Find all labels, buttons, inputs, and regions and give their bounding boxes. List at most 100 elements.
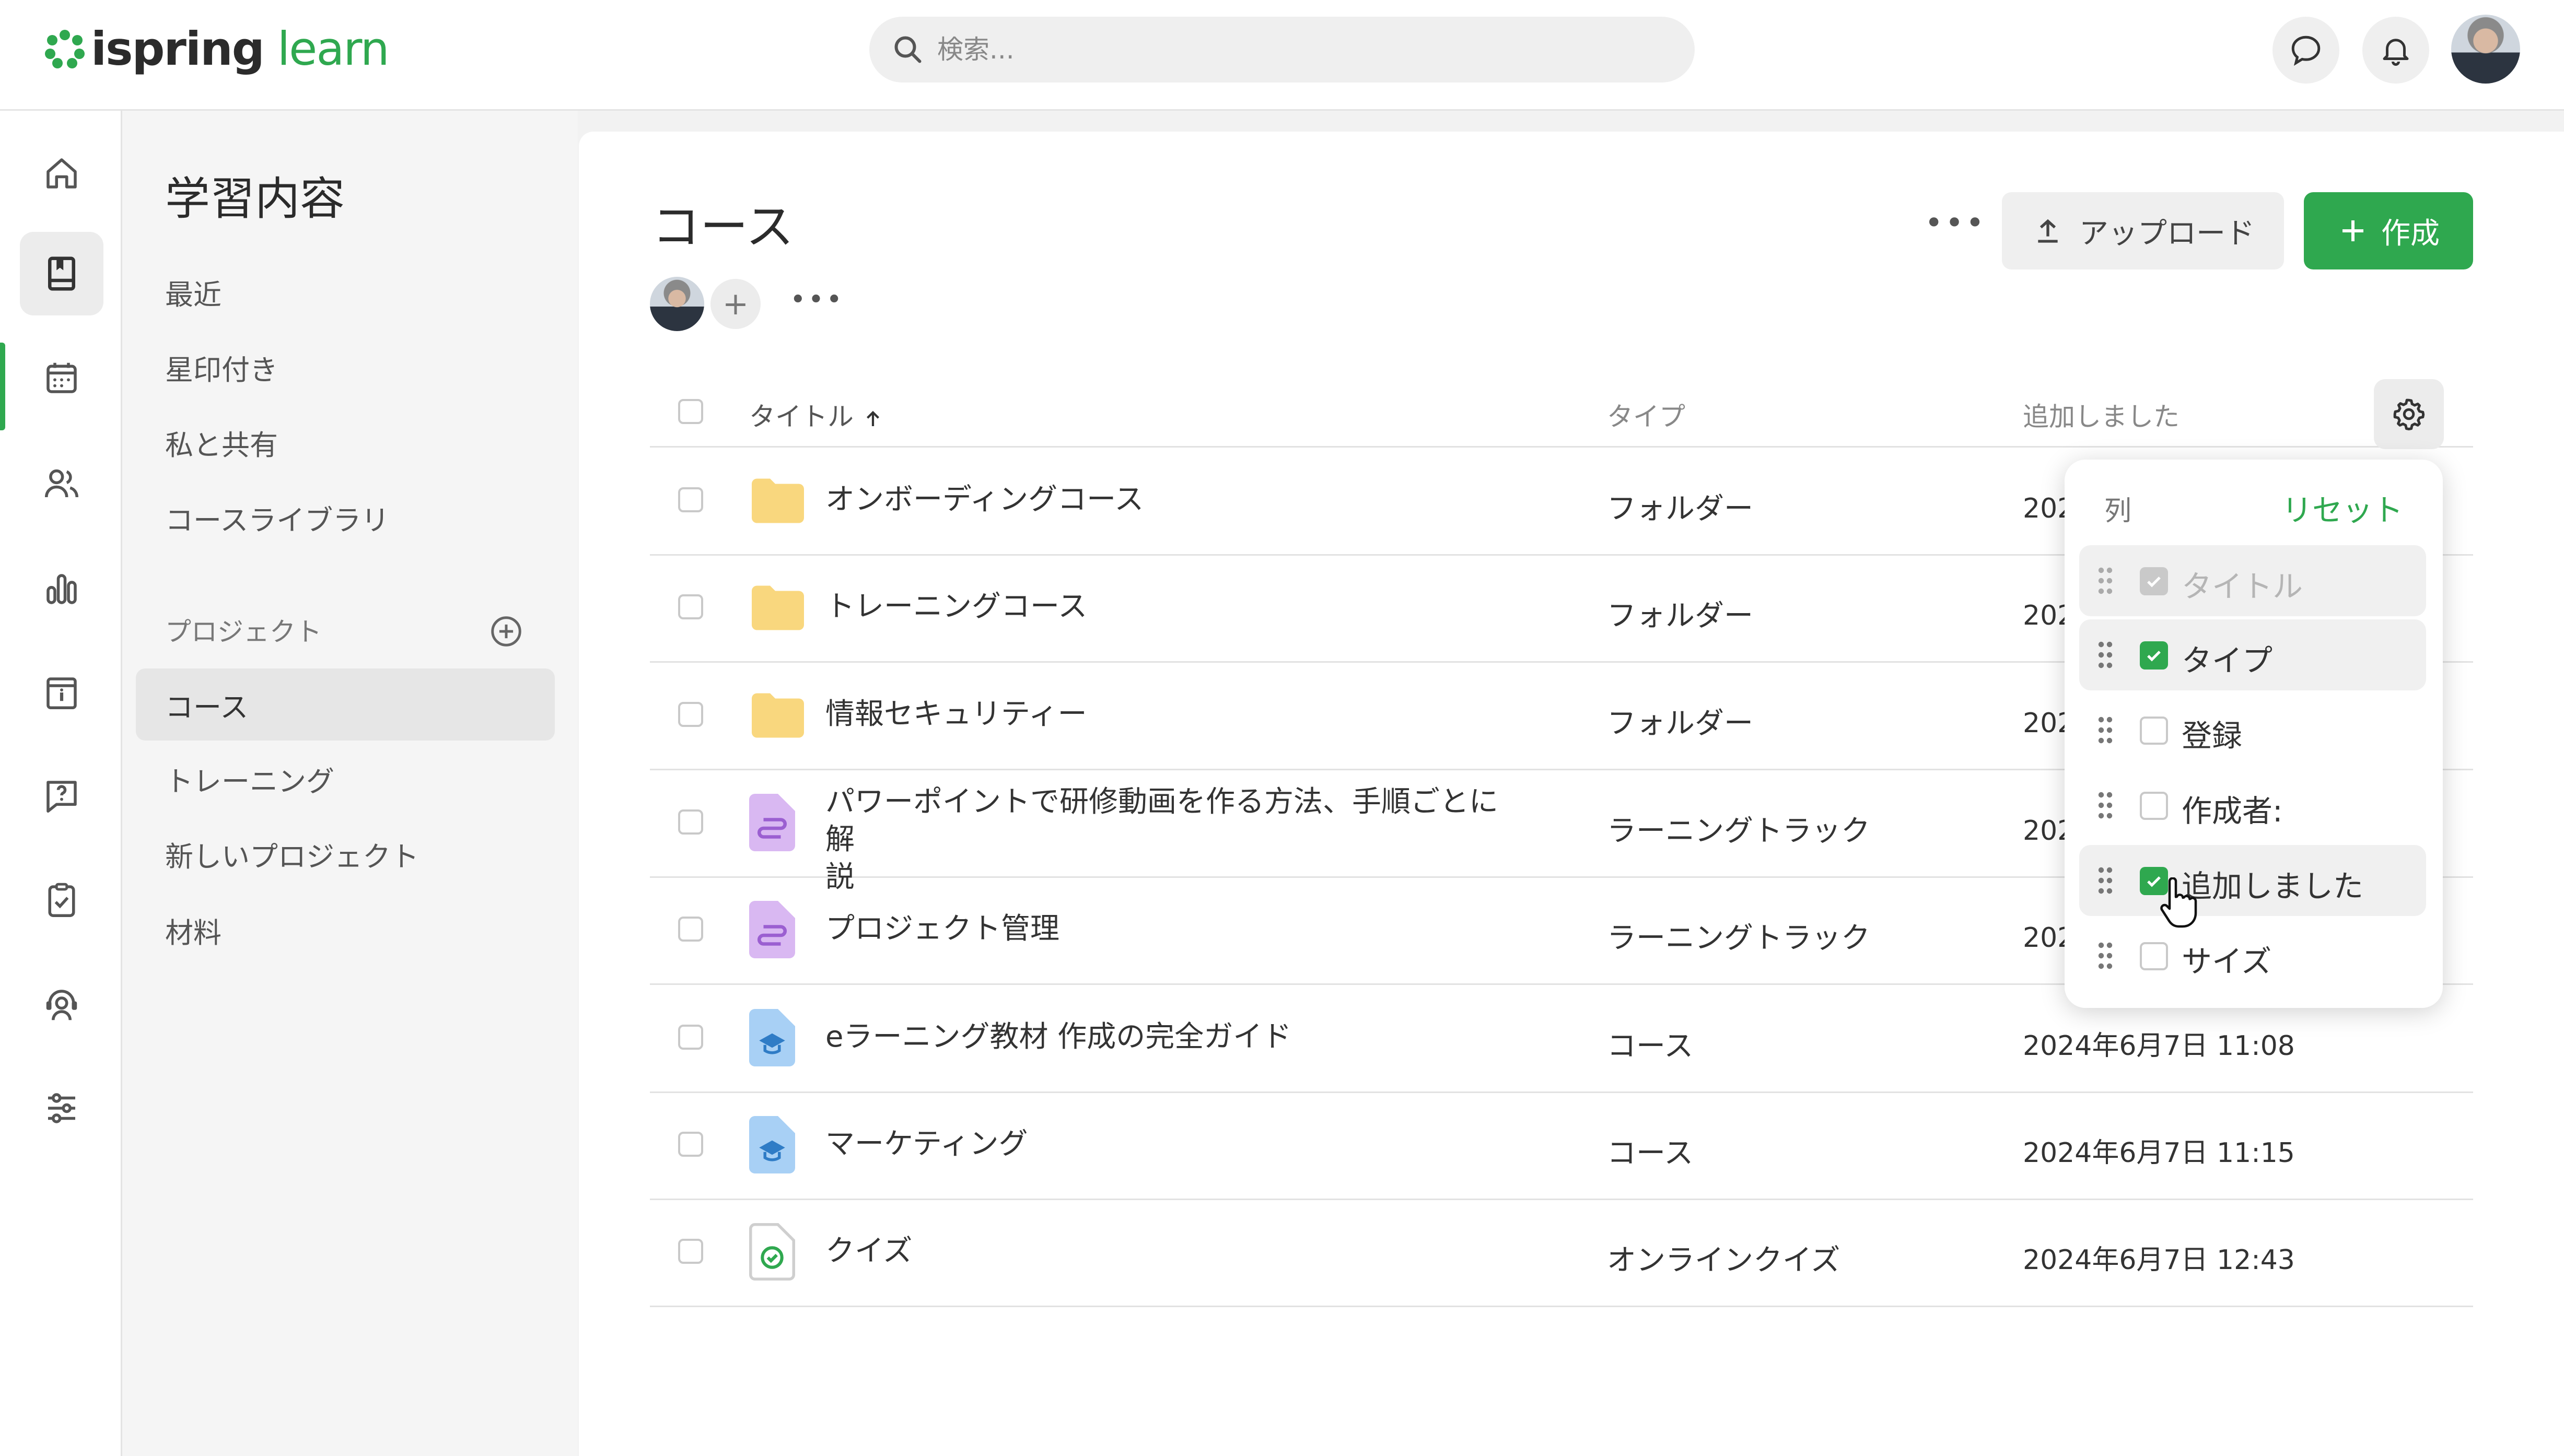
add-project-button[interactable] [488,613,525,652]
row-name[interactable]: クイズ [825,1232,912,1270]
row-name[interactable]: eラーニング教材 作成の完全ガイド [825,1018,1291,1056]
row-checkbox[interactable] [678,1025,703,1050]
rail-home[interactable] [20,132,103,215]
owner-avatar[interactable] [650,277,704,331]
column-checkbox[interactable] [2140,792,2168,820]
column-title-header[interactable]: タイトル [749,396,884,433]
row-name-line1: パワーポイントで研修動画を作る方法、手順ごとに解 [825,785,1498,856]
folder-icon [752,478,804,523]
row-checkbox[interactable] [678,594,703,619]
chat-button[interactable] [2272,17,2339,84]
rail-settings[interactable] [20,1066,103,1150]
drag-handle-icon[interactable] [2095,789,2116,822]
drag-handle-icon[interactable] [2095,939,2116,972]
column-checkbox[interactable] [2140,641,2168,670]
search-icon [894,36,922,63]
rail-reports[interactable] [20,547,103,631]
more-options-button[interactable]: ••• [1925,205,1986,241]
column-option-added[interactable]: 追加しました [2079,845,2426,916]
ispring-logo[interactable]: ispring learn [44,20,390,77]
column-option-author[interactable]: 作成者: [2079,770,2426,841]
upload-button[interactable]: アップロード [2002,192,2284,269]
table-header: タイトル タイプ 追加しました [650,373,2473,448]
nav-project-training[interactable]: トレーニング [165,758,334,800]
nav-starred[interactable]: 星印付き [165,347,278,388]
drag-handle-icon[interactable] [2095,564,2116,597]
row-checkbox[interactable] [678,487,703,512]
row-type: コース [1607,1029,1694,1063]
page-title: コース [652,199,794,255]
search-input[interactable] [936,34,1617,65]
table-row[interactable]: クイズ オンラインクイズ 2024年6月7日 12:43 [650,1199,2473,1307]
row-checkbox[interactable] [678,1239,703,1264]
folder-icon [752,693,804,738]
drag-handle-icon[interactable] [2095,713,2116,747]
column-option-enrollment[interactable]: 登録 [2079,695,2426,766]
nav-project-new[interactable]: 新しいプロジェクト [165,833,419,875]
chat-bubble-icon [2291,36,2321,66]
hand-cursor-icon [2160,877,2197,928]
support-icon [46,990,77,1020]
column-checkbox[interactable] [2140,717,2168,745]
row-name[interactable]: マーケティング [825,1125,1028,1163]
reset-columns-button[interactable]: リセット [2282,486,2403,530]
learning-track-icon [749,794,795,851]
row-type: ラーニングトラック [1607,921,1870,955]
rail-info[interactable] [20,651,103,734]
column-option-size[interactable]: サイズ [2079,920,2426,991]
row-name[interactable]: 情報セキュリティー [825,696,1087,733]
rail-assignments[interactable] [20,859,103,942]
row-checkbox[interactable] [678,809,703,835]
notifications-button[interactable] [2362,17,2429,84]
check-icon [2147,651,2161,662]
rail-calendar[interactable] [20,336,103,420]
column-option-label: サイズ [2182,944,2272,979]
create-button[interactable]: 作成 [2304,192,2473,269]
users-icon [44,469,79,498]
column-option-label: 作成者: [2182,793,2283,829]
column-added-header[interactable]: 追加しました [2023,396,2180,433]
rail-users[interactable] [20,442,103,525]
column-settings-button[interactable] [2374,379,2444,449]
secondary-nav: 学習内容 最近 星印付き 私と共有 コースライブラリ プロジェクト コース トレ… [122,111,578,1456]
search-bar[interactable] [869,17,1695,83]
course-icon [749,1009,795,1066]
row-name[interactable]: オンボーディングコース [825,481,1144,519]
row-checkbox[interactable] [678,917,703,942]
check-icon [2147,577,2161,588]
nav-project-courses[interactable]: コース [165,684,248,725]
column-type-header[interactable]: タイプ [1607,396,1685,433]
sort-ascending-icon [866,410,879,426]
row-type: フォルダー [1607,599,1753,633]
learning-track-icon [749,901,795,958]
rail-questions[interactable] [20,754,103,838]
table-row[interactable]: マーケティング コース 2024年6月7日 11:15 [650,1092,2473,1200]
row-name[interactable]: プロジェクト管理 [825,910,1059,948]
members-more-button[interactable]: ••• [790,284,844,315]
user-avatar[interactable] [2451,15,2520,84]
info-board-icon [46,677,77,710]
logo-text-part1: ispring [91,21,265,76]
nav-course-library[interactable]: コースライブラリ [165,497,389,538]
nav-project-materials[interactable]: 材料 [165,910,222,951]
column-option-type[interactable]: タイプ [2079,619,2426,690]
nav-recent[interactable]: 最近 [165,272,222,313]
rail-support[interactable] [20,963,103,1047]
select-all-checkbox[interactable] [678,399,703,424]
row-added: 2024年6月7日 12:43 [2023,1244,2295,1276]
row-checkbox[interactable] [678,1132,703,1157]
rail-learning-content[interactable] [20,232,103,315]
row-name[interactable]: トレーニングコース [825,588,1087,626]
chart-icon [46,574,77,604]
add-member-button[interactable]: + [710,279,761,329]
calendar-icon [46,362,77,393]
column-checkbox[interactable] [2140,942,2168,970]
bell-icon [2383,39,2409,66]
nav-shared-with-me[interactable]: 私と共有 [165,422,278,463]
upload-label: アップロード [2079,216,2255,251]
drag-handle-icon[interactable] [2095,638,2116,672]
row-checkbox[interactable] [678,702,703,727]
drag-handle-icon[interactable] [2095,864,2116,897]
course-icon [749,1116,795,1173]
row-type: ラーニングトラック [1607,814,1870,848]
